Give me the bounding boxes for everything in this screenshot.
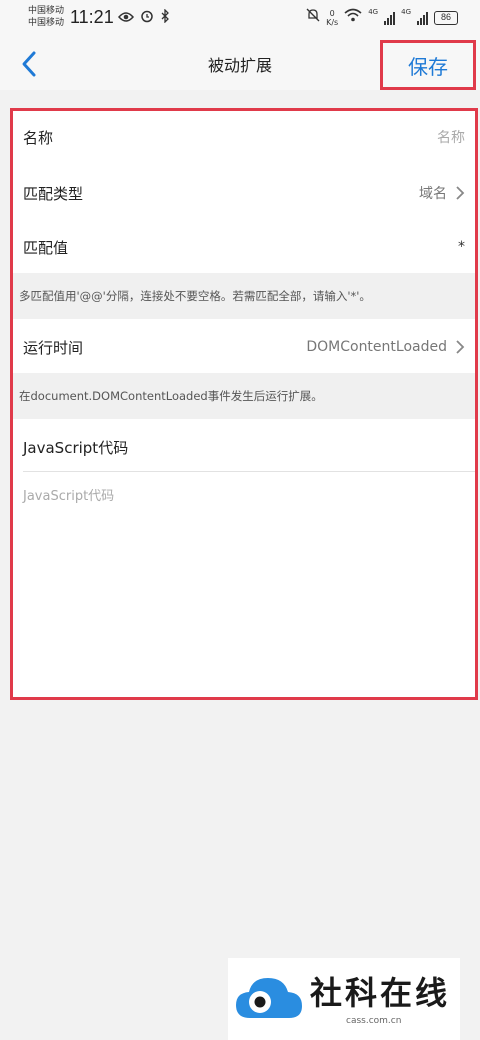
match-hint: 多匹配值用'@@'分隔，连接处不要空格。若需匹配全部，请输入'*'。 [13,273,475,319]
speed-unit: K/s [326,17,339,27]
status-bar: 中国移动 中国移动 11:21 0 K/s 4G 4G 86 [0,0,480,38]
name-label: 名称 [23,128,54,147]
clock: 11:21 [70,7,114,27]
run-time-value: DOMContentLoaded [306,339,447,355]
match-value-row[interactable]: 匹配值 * [13,221,475,273]
watermark: 社科在线 cass.com.cn [228,958,460,1040]
run-time-hint: 在document.DOMContentLoaded事件发生后运行扩展。 [13,373,475,419]
battery-icon: 86 [434,10,458,25]
watermark-url: cass.com.cn [346,1016,402,1026]
status-icons-right: 0 K/s 4G 4G 86 [306,8,458,27]
js-code-label: JavaScript代码 [23,438,129,457]
save-button[interactable]: 保存 [380,40,476,90]
run-time-row[interactable]: 运行时间 DOMContentLoaded [13,321,475,373]
speed-value: 0 [329,8,335,18]
wifi-icon [344,8,362,27]
status-icons-left [118,8,170,28]
cloud-logo-icon [236,978,302,1018]
match-value-label: 匹配值 [23,238,69,257]
match-type-value: 域名 [419,186,447,202]
name-row[interactable]: 名称 名称 [13,111,475,163]
match-type-label: 匹配类型 [23,184,84,203]
match-value-input[interactable]: * [458,239,465,255]
network-speed: 0 K/s [326,9,338,27]
signal-icon-1 [384,11,396,25]
carrier-1: 中国移动 [28,6,65,16]
mute-bell-icon [306,8,320,27]
eye-icon [118,10,134,28]
carrier-2: 中国移动 [28,18,65,28]
bluetooth-icon [160,8,170,28]
net-type-1: 4G [368,8,379,16]
js-code-editor[interactable]: JavaScript代码 [23,485,114,504]
js-code-header: JavaScript代码 [13,421,475,473]
divider [23,471,475,472]
carrier-labels: 中国移动 中国移动 [28,5,64,29]
net-type-2: 4G [401,8,411,16]
watermark-text: 社科在线 [310,974,451,1012]
extension-form: 名称 名称 匹配类型 域名 匹配值 * 多匹配值用'@@'分隔，连接处不要空格。… [10,108,478,700]
match-type-row[interactable]: 匹配类型 域名 [13,167,475,219]
chevron-right-icon [456,340,465,354]
run-time-label: 运行时间 [23,338,84,357]
chevron-right-icon [456,186,465,200]
alarm-icon [140,9,154,28]
nav-bar: 被动扩展 保存 [0,38,480,90]
signal-icon-2 [417,11,428,25]
name-input[interactable]: 名称 [437,127,465,147]
